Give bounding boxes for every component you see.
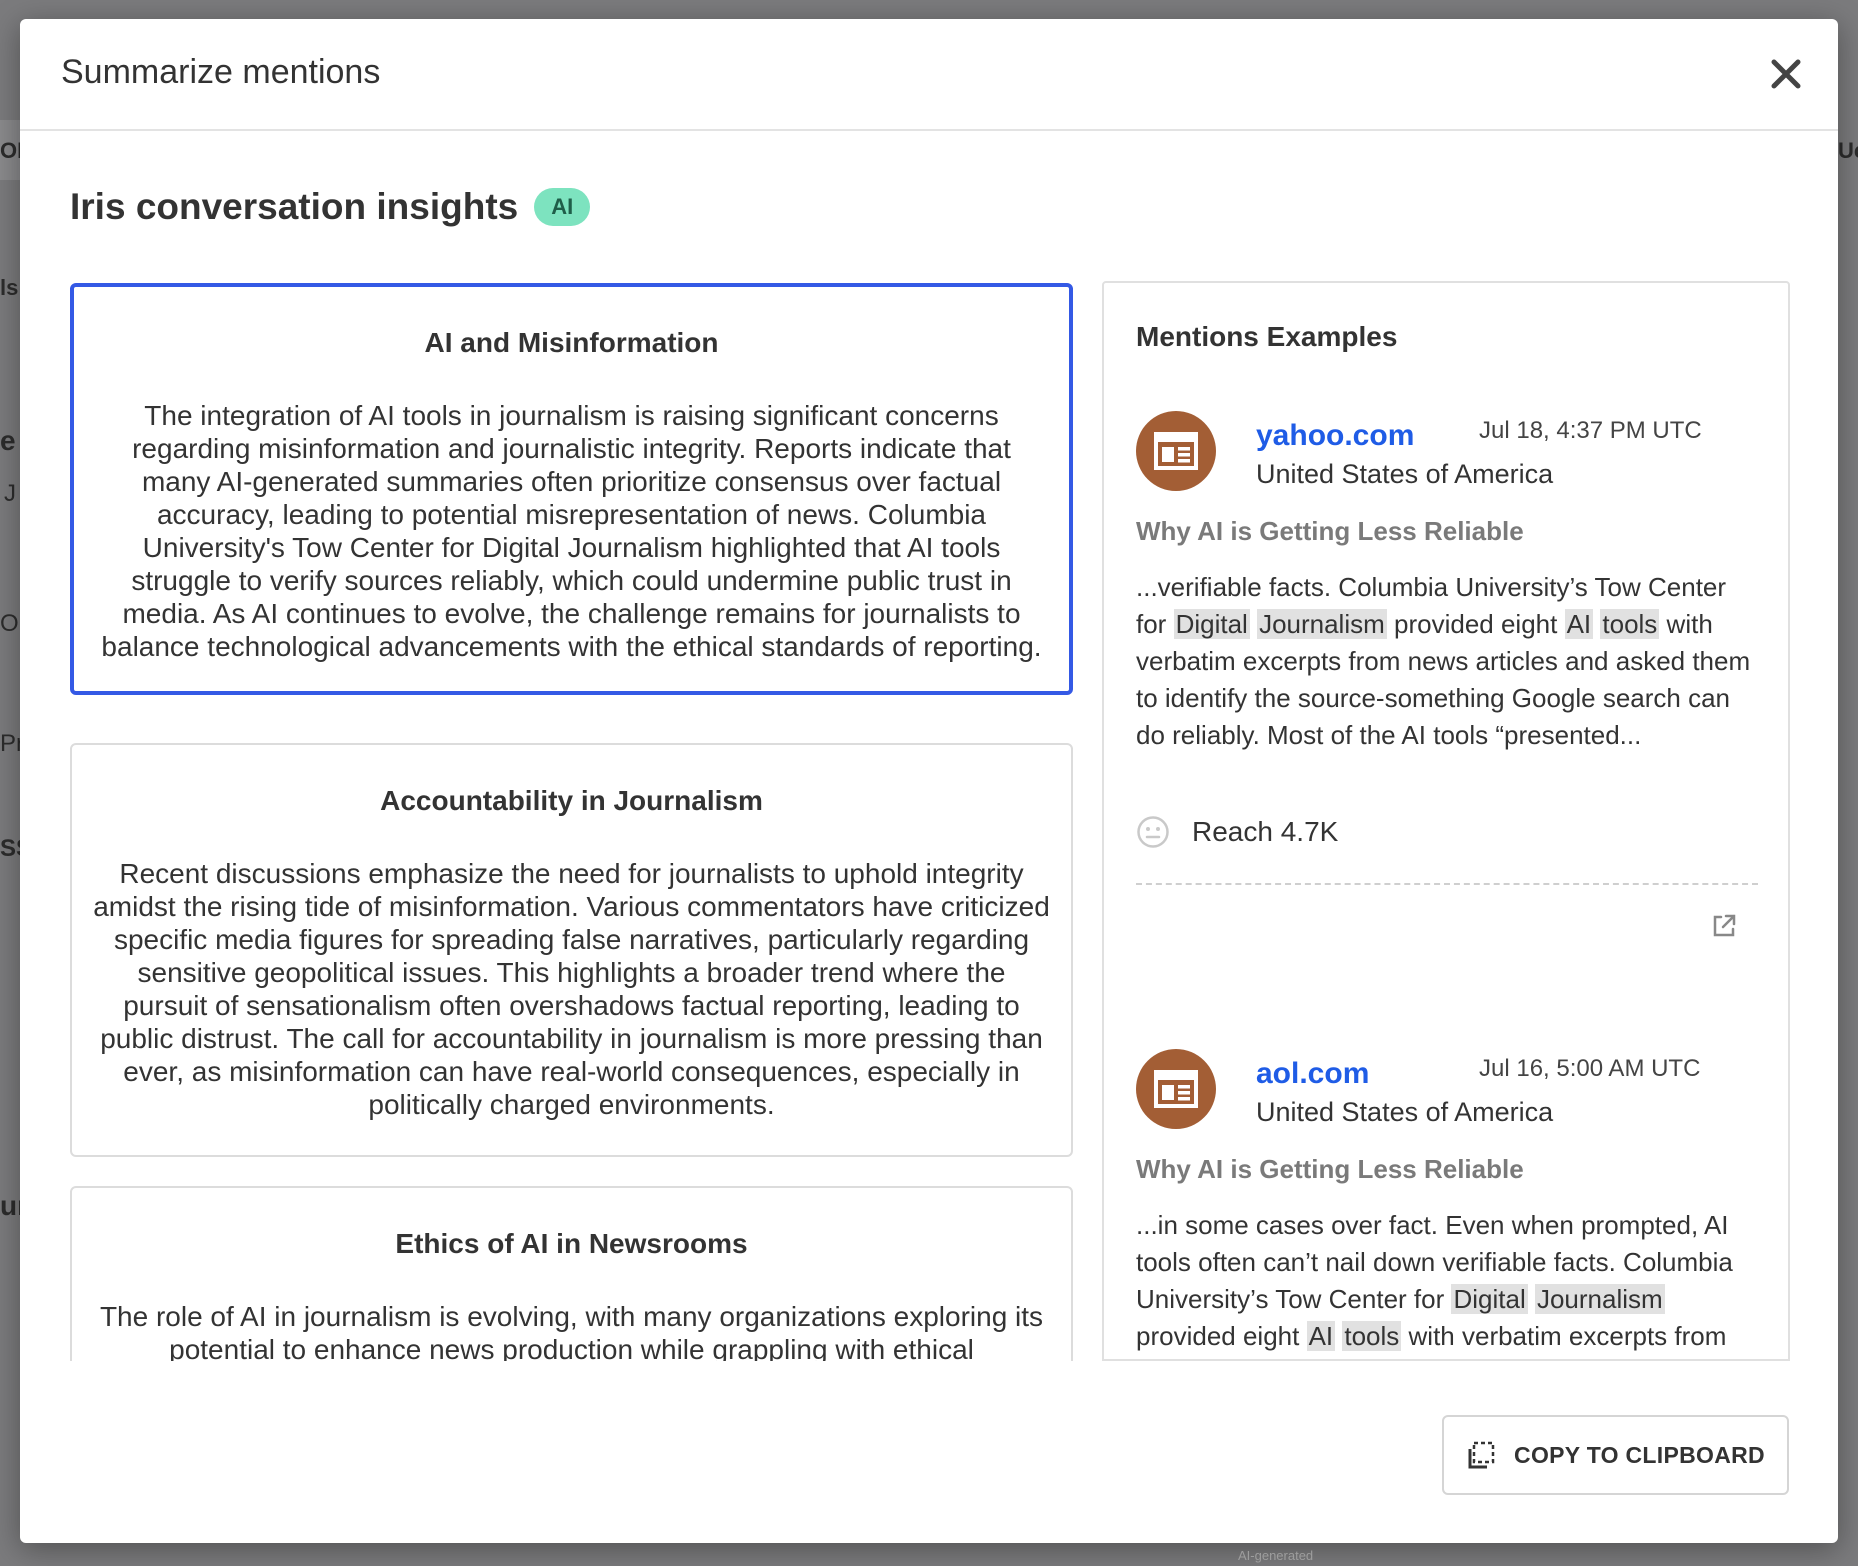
topic-body: Recent discussions emphasize the need fo… [93, 858, 1050, 1120]
mention-headline: Why AI is Getting Less Reliable [1136, 516, 1524, 546]
highlighted-keyword: Journalism [1534, 1284, 1665, 1314]
background-fragment: e [0, 425, 16, 456]
background-fragment: O [0, 610, 19, 637]
news-article-icon [1154, 432, 1198, 470]
mention-timestamp: Jul 16, 5:00 AM UTC [1479, 1055, 1701, 1082]
mention-excerpt: ...in some cases over fact. Even when pr… [1136, 1207, 1758, 1355]
highlighted-keyword: Digital [1451, 1284, 1528, 1314]
background-fragment: Uc [1838, 138, 1858, 163]
highlighted-keyword: Digital [1173, 609, 1250, 639]
excerpt-text: provided eight [1386, 609, 1565, 639]
mention-country: United States of America [1256, 459, 1554, 489]
mention-item: aol.com Jul 16, 5:00 AM UTC United State… [1136, 1049, 1758, 1359]
copy-to-clipboard-button[interactable]: COPY TO CLIPBOARD [1442, 1415, 1789, 1495]
topic-card-ai-misinformation[interactable]: AI and Misinformation The integration of… [70, 283, 1073, 695]
close-icon [1771, 59, 1801, 89]
highlighted-keyword: tools [1342, 1321, 1402, 1351]
topic-title: Accountability in Journalism [380, 785, 763, 816]
ai-generated-note: AI-generated [1238, 1548, 1314, 1563]
topics-list[interactable]: AI and Misinformation The integration of… [70, 281, 1073, 1361]
topic-title: Ethics of AI in Newsrooms [395, 1228, 748, 1259]
reach-row: Reach 4.7K [1136, 815, 1338, 849]
highlighted-keyword: tools [1600, 609, 1660, 639]
mentions-title: Mentions Examples [1136, 321, 1398, 352]
external-link-icon [1713, 914, 1736, 937]
excerpt-text: with verbatim excerpts from [1401, 1321, 1727, 1351]
neutral-face-icon [1137, 816, 1169, 848]
external-link-button[interactable] [1709, 911, 1739, 941]
ai-badge: AI [534, 188, 591, 226]
excerpt-text: provided eight [1136, 1321, 1307, 1351]
insights-title: Iris conversation insights [70, 186, 519, 227]
topic-card-accountability[interactable]: Accountability in Journalism Recent disc… [70, 743, 1073, 1157]
source-link[interactable]: aol.com [1256, 1057, 1369, 1091]
highlighted-keyword: AI [1564, 609, 1594, 639]
news-article-icon [1154, 1070, 1198, 1108]
summarize-mentions-dialog: Summarize mentions Iris conversation ins… [20, 19, 1838, 1543]
topic-title: AI and Misinformation [424, 327, 719, 358]
topic-card-ethics[interactable]: Ethics of AI in Newsrooms The role of AI… [70, 1186, 1073, 1361]
copy-icon [1468, 1441, 1495, 1469]
source-avatar [1136, 1049, 1216, 1129]
reach-label: Reach 4.7K [1192, 816, 1339, 847]
close-button[interactable] [1766, 54, 1806, 94]
mention-excerpt: ...verifiable facts. Columbia University… [1136, 569, 1758, 754]
highlighted-keyword: Journalism [1257, 609, 1387, 639]
topic-body: The role of AI in journalism is evolving… [99, 1301, 1044, 1361]
topic-body: The integration of AI tools in journalis… [101, 400, 1042, 662]
mention-item: yahoo.com Jul 18, 4:37 PM UTC United Sta… [1136, 411, 1758, 971]
mention-headline: Why AI is Getting Less Reliable [1136, 1154, 1524, 1184]
excerpt-text [1528, 1284, 1535, 1314]
mention-country: United States of America [1256, 1097, 1554, 1127]
mentions-panel[interactable]: Mentions Examples yahoo.com Jul 18, 4:37… [1102, 281, 1790, 1361]
excerpt-text [1250, 609, 1257, 639]
copy-button-label: COPY TO CLIPBOARD [1514, 1441, 1765, 1468]
highlighted-keyword: AI [1306, 1321, 1336, 1351]
insights-heading: Iris conversation insights AI [70, 186, 591, 228]
dialog-title: Summarize mentions [61, 53, 381, 91]
dialog-header: Summarize mentions [20, 19, 1838, 131]
source-link[interactable]: yahoo.com [1256, 419, 1414, 453]
mention-divider [1136, 883, 1758, 885]
background-fragment: ls [0, 275, 19, 300]
source-avatar [1136, 411, 1216, 491]
mention-timestamp: Jul 18, 4:37 PM UTC [1479, 417, 1702, 444]
background-fragment: J [4, 480, 16, 507]
